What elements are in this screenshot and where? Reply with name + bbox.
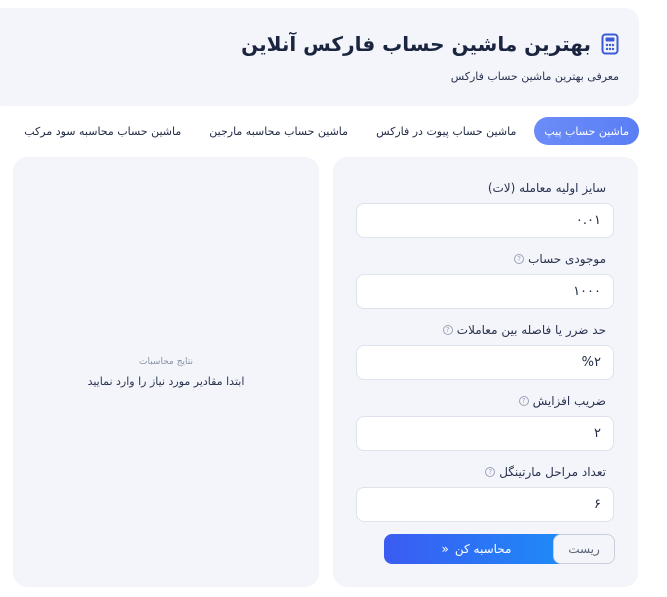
calculator-icon [601, 33, 619, 55]
results-placeholder-message: ابتدا مقادیر مورد نیاز را وارد نمایید [87, 375, 245, 388]
multiplier-label-text: ضریب افزایش [532, 394, 606, 408]
reset-button[interactable]: ریست [553, 534, 615, 564]
tab-pip-calculator[interactable]: ماشین حساب پیپ [534, 117, 639, 145]
calculate-button-label: محاسبه کن [454, 542, 512, 556]
calculate-button[interactable]: محاسبه کن « [384, 534, 569, 564]
title-row: بهترین ماشین حساب فارکس آنلاین [241, 32, 619, 56]
help-icon[interactable]: ? [518, 396, 529, 406]
help-icon[interactable]: ? [485, 467, 496, 477]
help-icon[interactable]: ? [442, 325, 453, 335]
multiplier-input[interactable] [356, 416, 614, 451]
multiplier-label: ضریب افزایش ? [518, 394, 606, 408]
steps-label: تعداد مراحل مارتینگل ? [485, 465, 606, 479]
steps-input[interactable] [356, 487, 614, 522]
calculator-form: سایز اولیه معامله (لات) موجودی حساب ? حد… [333, 157, 638, 587]
tab-compound-calculator[interactable]: ماشین حساب محاسبه سود مرکب [14, 117, 191, 145]
tab-margin-calculator[interactable]: ماشین حساب محاسبه مارجین [199, 117, 358, 145]
tab-pivot-calculator[interactable]: ماشین حساب پیوت در فارکس [366, 117, 526, 145]
results-title: نتایج محاسبات [139, 357, 193, 367]
balance-input[interactable] [356, 274, 614, 309]
balance-label-text: موجودی حساب [528, 252, 606, 266]
balance-label: موجودی حساب ? [514, 252, 606, 266]
results-panel: نتایج محاسبات ابتدا مقادیر مورد نیاز را … [13, 157, 319, 587]
page-subtitle: معرفی بهترین ماشین حساب فارکس [450, 70, 619, 83]
stop-distance-input[interactable] [356, 345, 614, 380]
lot-size-input[interactable] [356, 203, 614, 238]
page-title: بهترین ماشین حساب فارکس آنلاین [241, 32, 591, 56]
lot-size-label-text: سایز اولیه معامله (لات) [487, 181, 606, 195]
header-panel: بهترین ماشین حساب فارکس آنلاین معرفی بهت… [0, 8, 639, 106]
stop-distance-label: حد ضرر یا فاصله بین معاملات ? [442, 323, 606, 337]
steps-label-text: تعداد مراحل مارتینگل [499, 465, 606, 479]
lot-size-label: سایز اولیه معامله (لات) [488, 181, 606, 195]
stop-distance-label-text: حد ضرر یا فاصله بین معاملات [456, 323, 606, 337]
double-arrow-icon: « [441, 542, 449, 556]
help-icon[interactable]: ? [514, 254, 525, 264]
page: بهترین ماشین حساب فارکس آنلاین معرفی بهت… [0, 0, 667, 597]
calculator-tabs: ماشین حساب پیپ ماشین حساب پیوت در فارکس … [6, 117, 639, 145]
